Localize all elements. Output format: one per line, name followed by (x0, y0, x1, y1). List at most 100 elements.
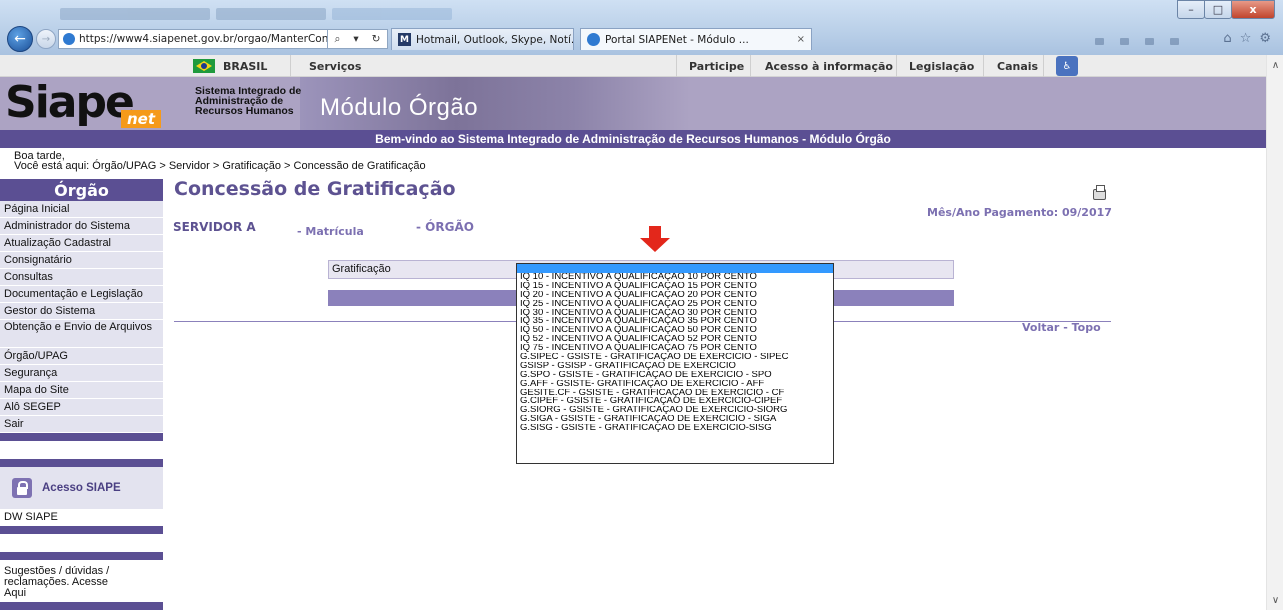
print-icon[interactable] (1093, 185, 1106, 200)
voltar-link[interactable]: Voltar (1022, 321, 1059, 334)
page-content: BRASIL Serviços Participe Acesso à infor… (0, 55, 1266, 610)
gov-participe-link[interactable]: Participe (689, 55, 744, 77)
search-icon[interactable]: ⌕ (335, 33, 341, 46)
dropdown-option[interactable]: IQ 30 - INCENTIVO A QUALIFICAÇÃO 30 POR … (517, 309, 833, 318)
dropdown-option[interactable]: GESITE.CF - GSISTE - GRATIFICAÇÃO DE EXE… (517, 389, 833, 398)
divider (1043, 55, 1044, 77)
gov-canais-link[interactable]: Canais (997, 55, 1038, 77)
tab-siapenet[interactable]: Portal SIAPENet - Módulo ... × (580, 28, 812, 50)
module-title: Módulo Órgão (320, 94, 479, 121)
sidebar-item-mapa[interactable]: Mapa do Site (0, 382, 163, 399)
logo-tagline: Sistema Integrado de Administração de Re… (195, 86, 301, 117)
siape-logo[interactable]: Siape (5, 80, 135, 126)
msn-icon: M (398, 33, 411, 46)
gratificacao-dropdown-list[interactable]: IQ 10 - INCENTIVO A QUALIFICAÇÃO 10 POR … (516, 263, 834, 464)
scroll-down-icon[interactable]: ∨ (1267, 592, 1283, 608)
dropdown-option[interactable]: IQ 15 - INCENTIVO A QUALIFICAÇÃO 15 POR … (517, 282, 833, 291)
browser-chrome: – □ x ← → https://www4.siapenet.gov.br/o… (0, 0, 1283, 55)
dropdown-option[interactable]: G.SIGA - GSISTE - GRATIFICAÇÃO DE EXERCÍ… (517, 415, 833, 424)
dropdown-option[interactable]: G.SIPEC - GSISTE - GRATIFICAÇÃO DE EXERC… (517, 353, 833, 362)
sidebar-item-consignatario[interactable]: Consignatário (0, 252, 163, 269)
divider (896, 55, 897, 77)
spacer (0, 441, 163, 459)
sidebar-item-orgao-upag[interactable]: Órgão/UPAG (0, 348, 163, 365)
dropdown-option[interactable]: IQ 75 - INCENTIVO A QUALIFICAÇÃO 75 POR … (517, 344, 833, 353)
dropdown-option[interactable]: G.AFF - GSISTE- GRATIFICAÇÃO DE EXERCÍCI… (517, 380, 833, 389)
scroll-up-icon[interactable]: ∧ (1267, 57, 1283, 73)
dropdown-option[interactable] (517, 264, 833, 273)
address-bar[interactable]: https://www4.siapenet.gov.br/orgao/Mante… (58, 29, 328, 49)
gov-bar: BRASIL Serviços Participe Acesso à infor… (0, 55, 1266, 77)
divider (676, 55, 677, 77)
sidebar-item-administrador[interactable]: Administrador do Sistema (0, 218, 163, 235)
dropdown-option[interactable]: GSISP - GSISP - GRATIFICAÇÃO DE EXERCÍCI… (517, 362, 833, 371)
gov-servicos-link[interactable]: Serviços (309, 55, 361, 77)
breadcrumb-path[interactable]: Órgão/UPAG > Servidor > Gratificação > C… (92, 160, 425, 172)
dropdown-option[interactable]: IQ 20 - INCENTIVO A QUALIFICAÇÃO 20 POR … (517, 291, 833, 300)
home-icon[interactable]: ⌂ (1223, 31, 1231, 46)
sidebar-item-gestor[interactable]: Gestor do Sistema (0, 303, 163, 320)
dropdown-option[interactable]: IQ 25 - INCENTIVO A QUALIFICAÇÃO 25 POR … (517, 300, 833, 309)
address-actions: ⌕ ▾ ↻ (328, 29, 388, 49)
dropdown-option[interactable]: G.SISG - GSISTE - GRATIFICAÇÃO DE EXERCÍ… (517, 424, 833, 433)
gov-brasil-label: BRASIL (223, 59, 268, 73)
siape-logo-net: net (121, 110, 161, 128)
servidor-label: SERVIDOR A (173, 220, 256, 234)
sidebar-item-consultas[interactable]: Consultas (0, 269, 163, 286)
sidebar-item-seguranca[interactable]: Segurança (0, 365, 163, 382)
maximize-button[interactable]: □ (1204, 0, 1232, 19)
divider (290, 55, 291, 77)
breadcrumb-prefix: Você está aqui: (14, 160, 90, 172)
tab-label: Hotmail, Outlook, Skype, Notí... (416, 33, 574, 46)
dropdown-option[interactable]: G.SIORG - GSISTE - GRATIFICAÇÃO DE EXERC… (517, 406, 833, 415)
divider (983, 55, 984, 77)
sugestoes-link[interactable]: Sugestões / dúvidas / reclamações. Acess… (0, 560, 130, 602)
sidebar-item-atualizacao[interactable]: Atualização Cadastral (0, 235, 163, 252)
lock-icon[interactable]: ▾ (353, 33, 358, 45)
tab-close-icon[interactable]: × (797, 34, 805, 45)
window-controls: – □ x (1177, 0, 1275, 19)
dropdown-option[interactable]: IQ 50 - INCENTIVO A QUALIFICAÇÃO 50 POR … (517, 326, 833, 335)
gear-icon[interactable]: ⚙ (1259, 31, 1271, 46)
divider (750, 55, 751, 77)
dropdown-option[interactable]: G.CIPEF - GSISTE - GRATIFICAÇÃO DE EXERC… (517, 397, 833, 406)
address-url: https://www4.siapenet.gov.br/orgao/Mante… (79, 33, 328, 45)
ie-icon (587, 33, 600, 46)
close-button[interactable]: x (1231, 0, 1275, 19)
browser-toolbar-icons: ⌂ ☆ ⚙ (1223, 31, 1271, 46)
sidebar-divider (0, 459, 163, 467)
dropdown-option[interactable]: G.SPO - GSISTE - GRATIFICAÇÃO DE EXERCÍC… (517, 371, 833, 380)
padlock-icon (12, 478, 32, 498)
dropdown-option[interactable]: IQ 35 - INCENTIVO A QUALIFICAÇÃO 35 POR … (517, 317, 833, 326)
sidebar-item-sair[interactable]: Sair (0, 416, 163, 433)
accessibility-icon: ♿ (1056, 56, 1078, 76)
refresh-icon[interactable]: ↻ (372, 33, 381, 45)
dw-siape-link[interactable]: DW SIAPE (0, 509, 163, 526)
gov-accessibility-link[interactable]: ♿ (1056, 55, 1078, 77)
sidebar-divider (0, 602, 163, 610)
sidebar-divider (0, 552, 163, 560)
orgao-label: - ÓRGÃO (416, 220, 474, 234)
sidebar: Órgão Página Inicial Administrador do Si… (0, 179, 163, 610)
vertical-scrollbar[interactable]: ∧ ∨ (1266, 55, 1283, 610)
sidebar-item-alo-segep[interactable]: Alô SEGEP (0, 399, 163, 416)
sidebar-item-documentacao[interactable]: Documentação e Legislação (0, 286, 163, 303)
matricula-label: - Matrícula (297, 225, 364, 238)
acesso-siape-link[interactable]: Acesso SIAPE (0, 467, 163, 509)
forward-arrow-icon[interactable]: → (36, 29, 56, 49)
back-arrow-icon[interactable]: ← (7, 26, 33, 52)
sidebar-item-pagina-inicial[interactable]: Página Inicial (0, 201, 163, 218)
acesso-siape-label: Acesso SIAPE (42, 482, 121, 494)
dropdown-option[interactable]: IQ 52 - INCENTIVO A QUALIFICAÇÃO 52 POR … (517, 335, 833, 344)
gov-legislacao-link[interactable]: Legislação (909, 55, 974, 77)
gov-brasil-link[interactable]: BRASIL (193, 55, 267, 77)
minimize-button[interactable]: – (1177, 0, 1205, 19)
dropdown-option[interactable]: IQ 10 - INCENTIVO A QUALIFICAÇÃO 10 POR … (517, 273, 833, 282)
gratificacao-label: Gratificação (332, 263, 391, 275)
sidebar-item-obtencao[interactable]: Obtenção e Envio de Arquivos (0, 320, 163, 348)
gov-acesso-link[interactable]: Acesso à informação (765, 55, 893, 77)
brazil-flag-icon (193, 59, 215, 73)
tab-hotmail[interactable]: M Hotmail, Outlook, Skype, Notí... (391, 28, 574, 50)
star-icon[interactable]: ☆ (1240, 31, 1252, 46)
topo-link[interactable]: Topo (1072, 321, 1101, 334)
